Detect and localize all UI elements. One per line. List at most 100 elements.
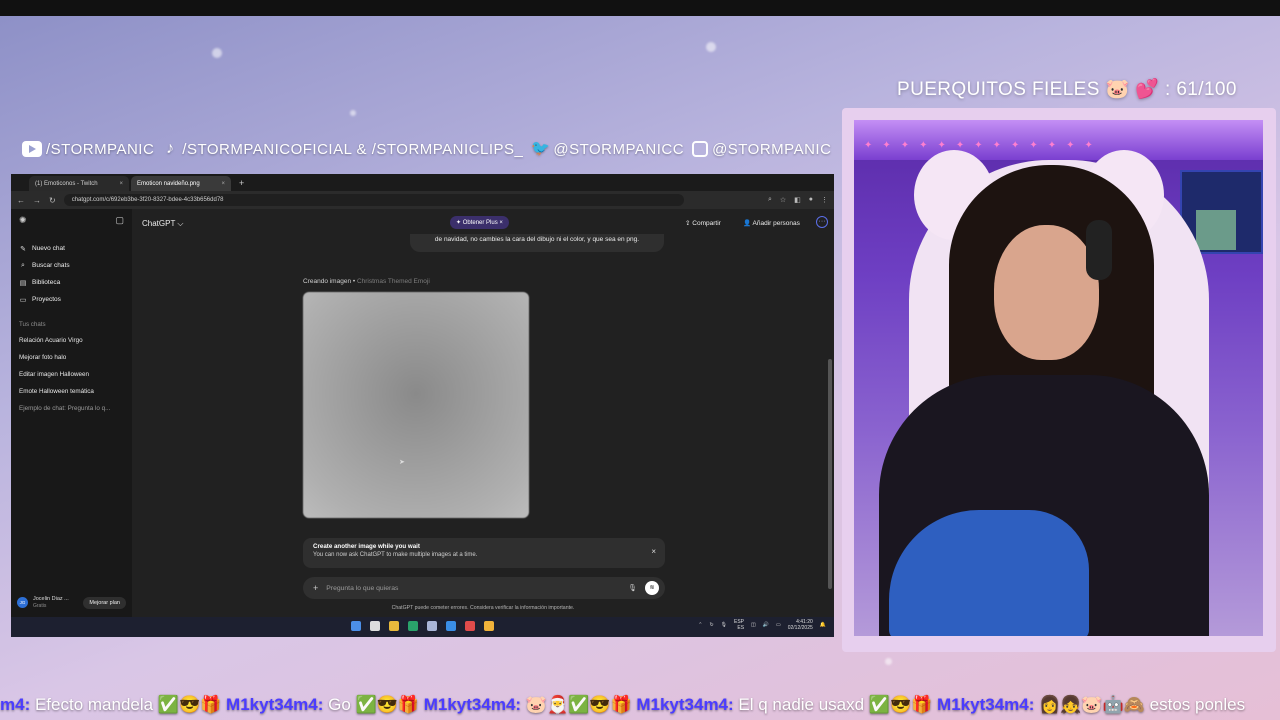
sidebar-item-search[interactable]: ⌕ Buscar chats (11, 257, 132, 274)
scrollbar[interactable] (828, 359, 832, 589)
upgrade-plan-button[interactable]: Mejorar plan (83, 596, 126, 609)
network-icon[interactable]: ◫ (751, 622, 756, 628)
extensions-icon[interactable]: ◧ (794, 196, 801, 204)
social-twitter: 🐦 @STORMPANICC (531, 141, 684, 158)
chatgpt-main: ChatGPT ⌵ ✦ Obtener Plus × ⇪ Compartir 👤… (132, 209, 834, 617)
top-letterbox (0, 0, 1280, 16)
zoom-icon[interactable]: ⌕ (768, 196, 772, 204)
close-icon[interactable]: × (221, 181, 225, 187)
background-sparkle (212, 48, 222, 58)
webcam-feed: ✦✦✦✦✦✦✦✦✦✦✦✦✦ (854, 120, 1263, 636)
sidebar-item-label: Biblioteca (32, 279, 61, 286)
sidebar-toggle-icon[interactable]: ▢ (115, 215, 124, 226)
add-people-label: Añadir personas (752, 220, 800, 227)
chat-history-item[interactable]: Mejorar foto halo (11, 349, 132, 366)
close-icon[interactable]: × (119, 181, 123, 187)
notification-icon[interactable]: 🔔 (820, 622, 826, 628)
volume-icon[interactable]: 🔊 (763, 622, 769, 628)
address-bar[interactable]: chatgpt.com/c/692eb3be-3f20-8327-bdee-4c… (63, 194, 684, 206)
system-tray: ⌃ ↻ 🎙 ESP ES ◫ 🔊 ▭ 4:41:20 02/12/2025 🔔 (698, 619, 826, 631)
windows-start-icon[interactable] (351, 621, 361, 631)
social-instagram: @STORMPANIC (692, 141, 831, 158)
battery-icon[interactable]: ▭ (776, 622, 781, 628)
screen-capture: (1) Emoticonos - Twitch × Emoticon navid… (11, 174, 834, 637)
chrome-icon[interactable] (484, 621, 494, 631)
browser-tab-emoticon[interactable]: Emoticon navideño.png × (131, 176, 231, 191)
profile-icon[interactable]: ● (809, 196, 813, 204)
headset (1086, 220, 1112, 280)
sidebar-section-title: Tus chats (19, 321, 46, 328)
browser-tab-twitch[interactable]: (1) Emoticonos - Twitch × (29, 176, 129, 191)
file-explorer-icon[interactable] (389, 621, 399, 631)
clock[interactable]: 4:41:20 02/12/2025 (788, 619, 813, 631)
ticker-message: Efecto mandela ✅😎🎁 (30, 695, 227, 714)
language-indicator[interactable]: ESP ES (734, 619, 744, 631)
social-handles: /STORMPANIC ♪ /STORMPANICOFICIAL & /STOR… (22, 136, 831, 162)
mic-tray-icon[interactable]: 🎙 (721, 622, 727, 628)
add-people-button[interactable]: 👤 Añadir personas (743, 219, 800, 227)
twitter-icon: 🐦 (531, 140, 551, 157)
sidebar-item-library[interactable]: ▤ Biblioteca (11, 274, 132, 291)
voice-mode-icon[interactable]: ≋ (645, 581, 659, 595)
search-icon: ⌕ (21, 261, 25, 269)
openai-logo-icon[interactable]: ✺ (19, 215, 27, 226)
sidebar-item-label: Nuevo chat (32, 245, 65, 252)
bookmark-star-icon[interactable]: ☆ (780, 196, 786, 204)
chat-history-item[interactable]: Ejemplo de chat: Pregunta lo q... (11, 400, 132, 417)
close-icon[interactable]: × (651, 547, 656, 556)
menu-icon[interactable]: ⋮ (821, 196, 828, 204)
share-button[interactable]: ⇪ Compartir (685, 219, 721, 227)
prompt-composer[interactable]: + Pregunta lo que quieras 🎙 ≋ (303, 577, 665, 599)
ticker-message: Go ✅😎🎁 (323, 695, 424, 714)
instagram-icon (692, 141, 709, 157)
social-youtube: /STORMPANIC (22, 141, 154, 158)
chat-history-item[interactable]: Emote Halloween temática (11, 383, 132, 400)
background-sparkle (706, 42, 716, 52)
ticker-username: M1kyt34m4: (636, 695, 734, 714)
search-icon[interactable] (370, 621, 380, 631)
model-selector[interactable]: ChatGPT ⌵ (142, 219, 184, 229)
reload-icon[interactable]: ↻ (49, 196, 56, 205)
chat-history-item[interactable]: Relación Acuario Virgo (11, 332, 132, 349)
obs-icon[interactable] (465, 621, 475, 631)
forward-icon[interactable]: → (33, 196, 41, 205)
steam-icon[interactable] (427, 621, 437, 631)
chatgpt-sidebar: ✺ ▢ ✎ Nuevo chat ⌕ Buscar chats ▤ Biblio… (11, 209, 132, 617)
fairy-lights: ✦✦✦✦✦✦✦✦✦✦✦✦✦ (864, 140, 1103, 151)
social-instagram-text: @STORMPANIC (712, 140, 832, 158)
get-plus-button[interactable]: ✦ Obtener Plus × (450, 216, 509, 229)
status-prefix: Creando imagen • (303, 278, 357, 285)
edge-icon[interactable] (446, 621, 456, 631)
social-tiktok: ♪ /STORMPANICOFICIAL & /STORMPANICLIPS_ (162, 141, 523, 158)
folder-icon: ▭ (19, 296, 27, 304)
background-sparkle (885, 658, 892, 665)
social-tiktok-text: /STORMPANICOFICIAL & /STORMPANICLIPS_ (182, 140, 524, 158)
back-icon[interactable]: ← (17, 196, 25, 205)
user-name: Jocelin Diaz ... (33, 596, 69, 602)
streamer-face (994, 225, 1099, 360)
toast-body: You can now ask ChatGPT to make multiple… (313, 552, 478, 558)
chat-history-item[interactable]: Editar imagen Halloween (11, 366, 132, 383)
tray-chevron-icon[interactable]: ⌃ (698, 622, 702, 628)
browser-toolbar: ← → ↻ chatgpt.com/c/692eb3be-3f20-8327-b… (11, 191, 834, 209)
image-generation-status: Creando imagen • Christmas Themed Emoji (303, 278, 430, 285)
more-options-button[interactable]: ··· (816, 216, 828, 228)
library-icon: ▤ (19, 279, 27, 287)
tiktok-icon: ♪ (166, 140, 175, 157)
microphone-icon[interactable]: 🎙 (628, 584, 637, 592)
store-icon[interactable] (408, 621, 418, 631)
ticker-message: El q nadie usaxd ✅😎🎁 (733, 695, 938, 714)
prompt-input[interactable]: Pregunta lo que quieras (326, 585, 620, 592)
user-plan: Gratis (33, 603, 47, 609)
sidebar-item-new-chat[interactable]: ✎ Nuevo chat (11, 240, 132, 257)
sidebar-item-projects[interactable]: ▭ Proyectos (11, 291, 132, 308)
youtube-icon (22, 141, 42, 157)
user-account[interactable]: JG Jocelin Diaz ... Gratis Mejorar plan (11, 596, 132, 609)
background-sparkle (350, 110, 356, 116)
avatar: JG (17, 597, 28, 608)
tab-label: (1) Emoticonos - Twitch (35, 180, 98, 187)
chat-ticker: m4: Efecto mandela ✅😎🎁 M1kyt34m4: Go ✅😎🎁… (0, 690, 1280, 720)
new-tab-button[interactable]: + (233, 176, 250, 191)
sync-icon[interactable]: ↻ (709, 622, 713, 628)
attach-plus-icon[interactable]: + (313, 583, 318, 593)
